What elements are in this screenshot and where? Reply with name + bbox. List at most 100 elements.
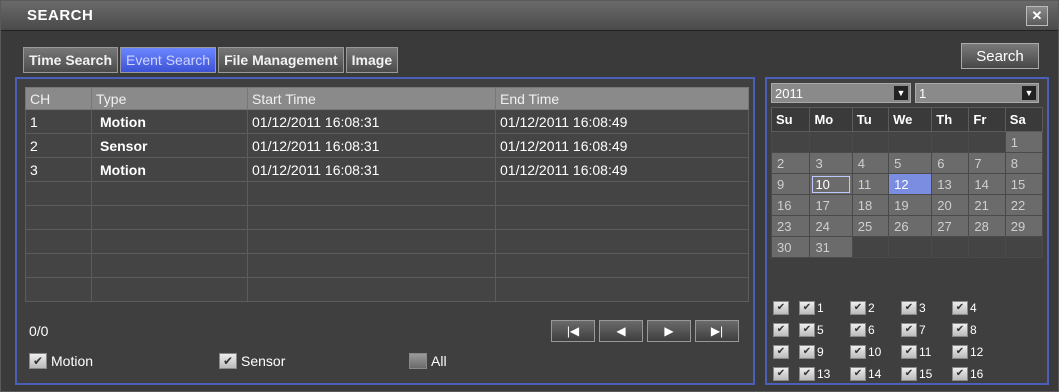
channel-toggle[interactable]: ✔ 15 (901, 363, 952, 384)
table-row[interactable]: 2 Sensor 01/12/2011 16:08:31 01/12/2011 … (25, 133, 749, 158)
channel-toggle[interactable]: ✔ 12 (952, 341, 1003, 362)
calendar-day[interactable]: 25 (851, 215, 890, 237)
calendar-day[interactable]: 6 (931, 152, 970, 174)
checkbox-checked-icon[interactable]: ✔ (952, 344, 968, 359)
calendar-day[interactable]: 2 (770, 152, 811, 174)
calendar-day[interactable]: 10 (809, 173, 853, 195)
checkbox-checked-icon[interactable]: ✔ (799, 366, 815, 381)
calendar-day[interactable]: 3 (809, 152, 853, 174)
table-row[interactable]: 3 Motion 01/12/2011 16:08:31 01/12/2011 … (25, 157, 749, 182)
channel-row-toggle[interactable]: ✔ (773, 341, 799, 362)
year-select[interactable]: 2011 ▼ (771, 83, 911, 103)
channel-toggle[interactable]: ✔ 6 (850, 319, 901, 340)
checkbox-checked-icon[interactable]: ✔ (952, 366, 968, 381)
search-button[interactable]: Search (961, 43, 1039, 69)
channel-toggle[interactable]: ✔ 11 (901, 341, 952, 362)
checkbox-checked-icon[interactable]: ✔ (850, 322, 866, 337)
checkbox-checked-icon[interactable]: ✔ (850, 366, 866, 381)
channel-toggle[interactable]: ✔ 5 (799, 319, 850, 340)
calendar-day[interactable]: 20 (931, 194, 970, 216)
checkbox-checked-icon[interactable]: ✔ (952, 322, 968, 337)
checkbox-checked-icon[interactable]: ✔ (901, 300, 917, 315)
channel-toggle[interactable]: ✔ 13 (799, 363, 850, 384)
channel-row-toggle[interactable]: ✔ (773, 319, 799, 340)
prev-page-button[interactable]: ◀ (599, 320, 643, 342)
calendar-day[interactable]: 19 (888, 194, 933, 216)
calendar-day[interactable]: 12 (888, 173, 933, 195)
tab-time-search[interactable]: Time Search (23, 47, 119, 73)
channel-toggle[interactable]: ✔ 4 (952, 297, 1003, 318)
checkbox-checked-icon[interactable]: ✔ (901, 344, 917, 359)
channel-toggle[interactable]: ✔ 2 (850, 297, 901, 318)
calendar-day[interactable]: 26 (888, 215, 933, 237)
channel-toggle[interactable]: ✔ 9 (799, 341, 850, 362)
calendar-day[interactable]: 13 (931, 173, 970, 195)
channel-toggle[interactable]: ✔ 14 (850, 363, 901, 384)
calendar-day[interactable]: 7 (968, 152, 1006, 174)
calendar-day[interactable]: 4 (851, 152, 890, 174)
calendar-day[interactable]: 8 (1004, 152, 1044, 174)
calendar-day[interactable]: 17 (809, 194, 853, 216)
column-header-type[interactable]: Type (91, 87, 248, 110)
filter-all[interactable]: All (409, 353, 447, 369)
channel-toggle[interactable]: ✔ 7 (901, 319, 952, 340)
checkbox-checked-icon[interactable]: ✔ (901, 322, 917, 337)
close-button[interactable]: ✕ (1026, 6, 1048, 26)
column-header-end-time[interactable]: End Time (495, 87, 749, 110)
checkbox-checked-icon[interactable]: ✔ (850, 300, 866, 315)
checkbox-checked-icon[interactable]: ✔ (799, 322, 815, 337)
channel-toggle[interactable]: ✔ 3 (901, 297, 952, 318)
calendar-day[interactable]: 11 (851, 173, 890, 195)
next-page-button[interactable]: ▶ (647, 320, 691, 342)
calendar-day[interactable]: 24 (809, 215, 853, 237)
table-row[interactable]: 1 Motion 01/12/2011 16:08:31 01/12/2011 … (25, 109, 749, 134)
first-page-button[interactable]: |◀ (551, 320, 595, 342)
checkbox-checked-icon[interactable]: ✔ (773, 322, 789, 337)
checkbox-checked-icon[interactable]: ✔ (850, 344, 866, 359)
checkbox-checked-icon[interactable]: ✔ (219, 353, 237, 369)
channel-toggle[interactable]: ✔ 10 (850, 341, 901, 362)
filter-motion[interactable]: ✔ Motion (29, 353, 93, 369)
channel-toggle[interactable]: ✔ 16 (952, 363, 1003, 384)
checkbox-checked-icon[interactable]: ✔ (799, 344, 815, 359)
checkbox-checked-icon[interactable]: ✔ (773, 344, 789, 359)
calendar-day[interactable]: 28 (968, 215, 1006, 237)
column-header-ch[interactable]: CH (25, 87, 92, 110)
checkbox-checked-icon[interactable]: ✔ (901, 366, 917, 381)
checkbox-checked-icon[interactable]: ✔ (799, 300, 815, 315)
checkbox-checked-icon[interactable]: ✔ (773, 300, 789, 315)
channel-toggle[interactable]: ✔ 1 (799, 297, 850, 318)
calendar-day[interactable]: 15 (1004, 173, 1044, 195)
calendar-day[interactable]: 31 (809, 236, 853, 258)
chevron-down-icon[interactable]: ▼ (1022, 86, 1036, 100)
calendar-grid: Su Mo Tu We Th Fr Sa 1 2 3 4 5 6 7 8 9 10 11 12 13 14… (770, 107, 1044, 258)
chevron-down-icon[interactable]: ▼ (894, 86, 908, 100)
last-page-button[interactable]: ▶| (695, 320, 739, 342)
tab-image[interactable]: Image (345, 47, 399, 73)
calendar-day[interactable]: 5 (888, 152, 933, 174)
calendar-day[interactable]: 21 (968, 194, 1006, 216)
channel-toggle[interactable]: ✔ 8 (952, 319, 1003, 340)
channel-row-toggle[interactable]: ✔ (773, 297, 799, 318)
calendar-day[interactable]: 14 (968, 173, 1006, 195)
calendar-day[interactable]: 29 (1004, 215, 1044, 237)
tab-event-search[interactable]: Event Search (120, 47, 217, 73)
calendar-day[interactable]: 16 (770, 194, 811, 216)
channel-row-toggle[interactable]: ✔ (773, 363, 799, 384)
column-header-start-time[interactable]: Start Time (247, 87, 496, 110)
month-select[interactable]: 1 ▼ (915, 83, 1039, 103)
weekday-label: Sa (1004, 107, 1044, 132)
checkbox-checked-icon[interactable]: ✔ (29, 353, 47, 369)
checkbox-unchecked-icon[interactable] (409, 353, 427, 369)
filter-sensor[interactable]: ✔ Sensor (219, 353, 285, 369)
tab-file-management[interactable]: File Management (218, 47, 344, 73)
calendar-day[interactable]: 27 (931, 215, 970, 237)
calendar-day[interactable]: 9 (770, 173, 811, 195)
checkbox-checked-icon[interactable]: ✔ (952, 300, 968, 315)
calendar-day[interactable]: 23 (770, 215, 811, 237)
calendar-day[interactable]: 30 (770, 236, 811, 258)
calendar-day[interactable]: 18 (851, 194, 890, 216)
calendar-day[interactable]: 22 (1004, 194, 1044, 216)
calendar-day[interactable]: 1 (1004, 131, 1044, 153)
checkbox-checked-icon[interactable]: ✔ (773, 366, 789, 381)
